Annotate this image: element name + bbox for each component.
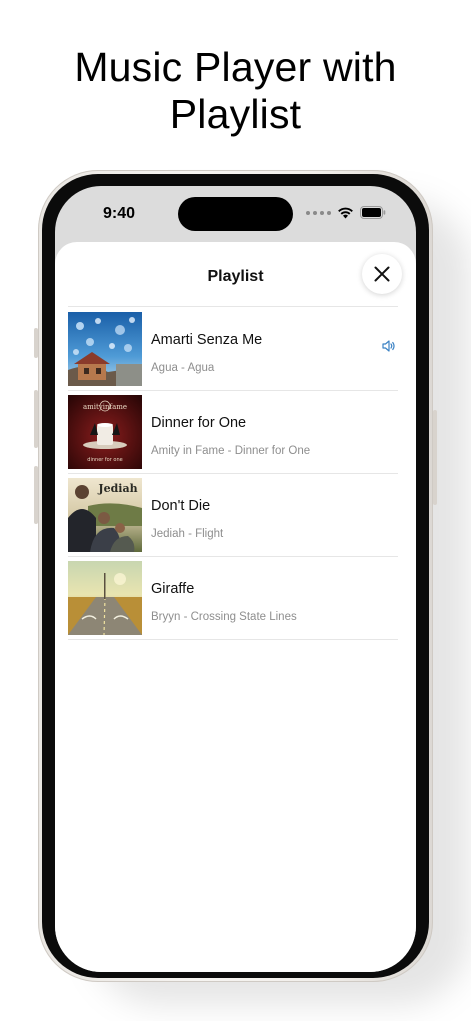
song-subtitle: Amity in Fame - Dinner for One bbox=[151, 445, 311, 457]
status-time: 9:40 bbox=[103, 205, 136, 222]
album-cover-agua bbox=[68, 312, 142, 386]
phone-screen: 9:40 Playlist Amarti Senza Me Agua - Agu… bbox=[55, 186, 416, 972]
status-icons bbox=[306, 206, 386, 219]
speaker-playing-icon bbox=[382, 340, 395, 352]
song-title: Giraffe bbox=[151, 581, 195, 597]
album-cover-jediah: Jediah bbox=[68, 478, 142, 552]
song-title: Amarti Senza Me bbox=[151, 332, 263, 348]
action-button bbox=[34, 328, 38, 358]
close-button[interactable] bbox=[362, 254, 402, 294]
sheet-divider bbox=[68, 306, 398, 307]
album-cover-amity-in-fame: amityinfame dinner for one bbox=[68, 395, 142, 469]
headline-line-1: Music Player with bbox=[74, 44, 397, 90]
song-subtitle: Agua - Agua bbox=[151, 362, 215, 374]
battery-icon bbox=[360, 206, 386, 219]
song-title: Dinner for One bbox=[151, 415, 247, 431]
playlist-row[interactable]: Jediah Don't Die Jediah - Flight bbox=[68, 474, 398, 557]
cover-band-name: amityinfame bbox=[83, 403, 127, 411]
headline-line-2: Playlist bbox=[169, 91, 302, 137]
playlist-sheet: Playlist Amarti Senza Me Agua - Agua ami… bbox=[55, 242, 416, 972]
cellular-dots-icon bbox=[306, 210, 331, 215]
close-icon bbox=[374, 266, 390, 282]
power-button bbox=[433, 410, 437, 505]
volume-down-button bbox=[34, 466, 38, 524]
cover-caption: dinner for one bbox=[87, 457, 122, 463]
headline: Music Player with Playlist bbox=[0, 44, 471, 138]
playlist-row[interactable]: amityinfame dinner for one Dinner for On… bbox=[68, 391, 398, 474]
playlist-list: Amarti Senza Me Agua - Agua amityinfame … bbox=[68, 308, 398, 640]
album-cover-bryyn bbox=[68, 561, 142, 635]
song-subtitle: Jediah - Flight bbox=[151, 528, 224, 540]
app-store-screenshot: Music Player with Playlist 9:40 Playlist bbox=[0, 0, 471, 1021]
cover-artist-name: Jediah bbox=[97, 482, 137, 495]
song-title: Don't Die bbox=[151, 498, 211, 514]
volume-up-button bbox=[34, 390, 38, 448]
dynamic-island bbox=[178, 197, 293, 231]
wifi-icon bbox=[338, 207, 353, 219]
playlist-row[interactable]: Amarti Senza Me Agua - Agua bbox=[68, 308, 398, 391]
song-subtitle: Bryyn - Crossing State Lines bbox=[151, 611, 297, 623]
playlist-row[interactable]: Giraffe Bryyn - Crossing State Lines bbox=[68, 557, 398, 640]
